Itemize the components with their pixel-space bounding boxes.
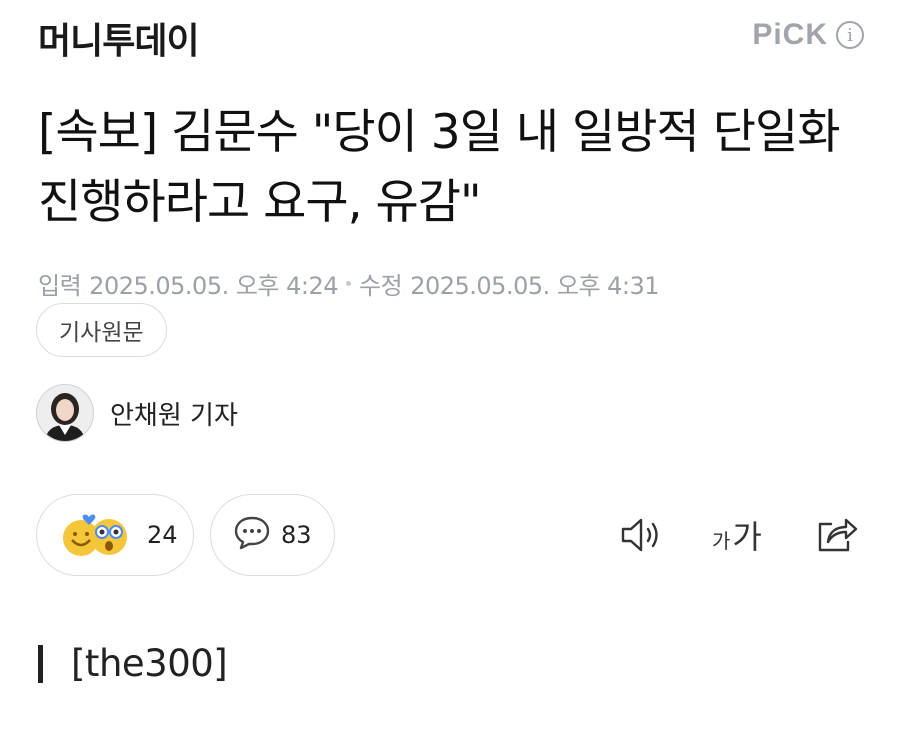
info-icon[interactable]: i (836, 21, 864, 49)
reaction-emoji-icon (59, 510, 137, 560)
article-body-start: [the300] (38, 642, 228, 685)
audio-button[interactable] (618, 510, 664, 560)
reporter-name[interactable]: 안채원 기자 (110, 395, 238, 432)
share-button[interactable] (814, 510, 860, 560)
avatar-portrait-icon (37, 385, 93, 441)
original-article-button[interactable]: 기사원문 (36, 303, 167, 357)
reaction-count: 24 (147, 521, 178, 549)
article-dates: 입력 2025.05.05. 오후 4:24 수정 2025.05.05. 오후… (38, 266, 660, 301)
pick-label: PiCK (752, 18, 828, 51)
reporter[interactable]: 안채원 기자 (36, 384, 238, 442)
article-page: 머니투데이 PiCK i [속보] 김문수 "당이 3일 내 일방적 단일화 진… (0, 0, 900, 740)
font-size-button[interactable]: 가 가 (712, 510, 762, 560)
comment-button[interactable]: 83 (210, 494, 335, 576)
quote-bar (38, 644, 43, 683)
input-label: 입력 (38, 272, 82, 300)
separator-dot (346, 281, 352, 286)
article-headline: [속보] 김문수 "당이 3일 내 일방적 단일화 진행하라고 요구, 유감" (38, 105, 840, 230)
comment-count: 83 (281, 521, 312, 549)
section-tag: [the300] (71, 642, 228, 685)
font-size-small-label: 가 (712, 528, 731, 553)
comment-icon (233, 515, 271, 555)
speaker-icon (621, 518, 658, 552)
reaction-button[interactable]: 24 (36, 494, 194, 576)
input-date: 2025.05.05. 오후 4:24 (89, 272, 339, 300)
edit-date: 2025.05.05. 오후 4:31 (410, 272, 660, 300)
font-size-big-label: 가 (732, 518, 762, 556)
pick-badge[interactable]: PiCK i (752, 18, 864, 52)
reporter-avatar[interactable] (36, 384, 94, 442)
share-icon (818, 518, 858, 552)
press-name[interactable]: 머니투데이 (38, 12, 200, 64)
edit-label: 수정 (359, 272, 403, 300)
